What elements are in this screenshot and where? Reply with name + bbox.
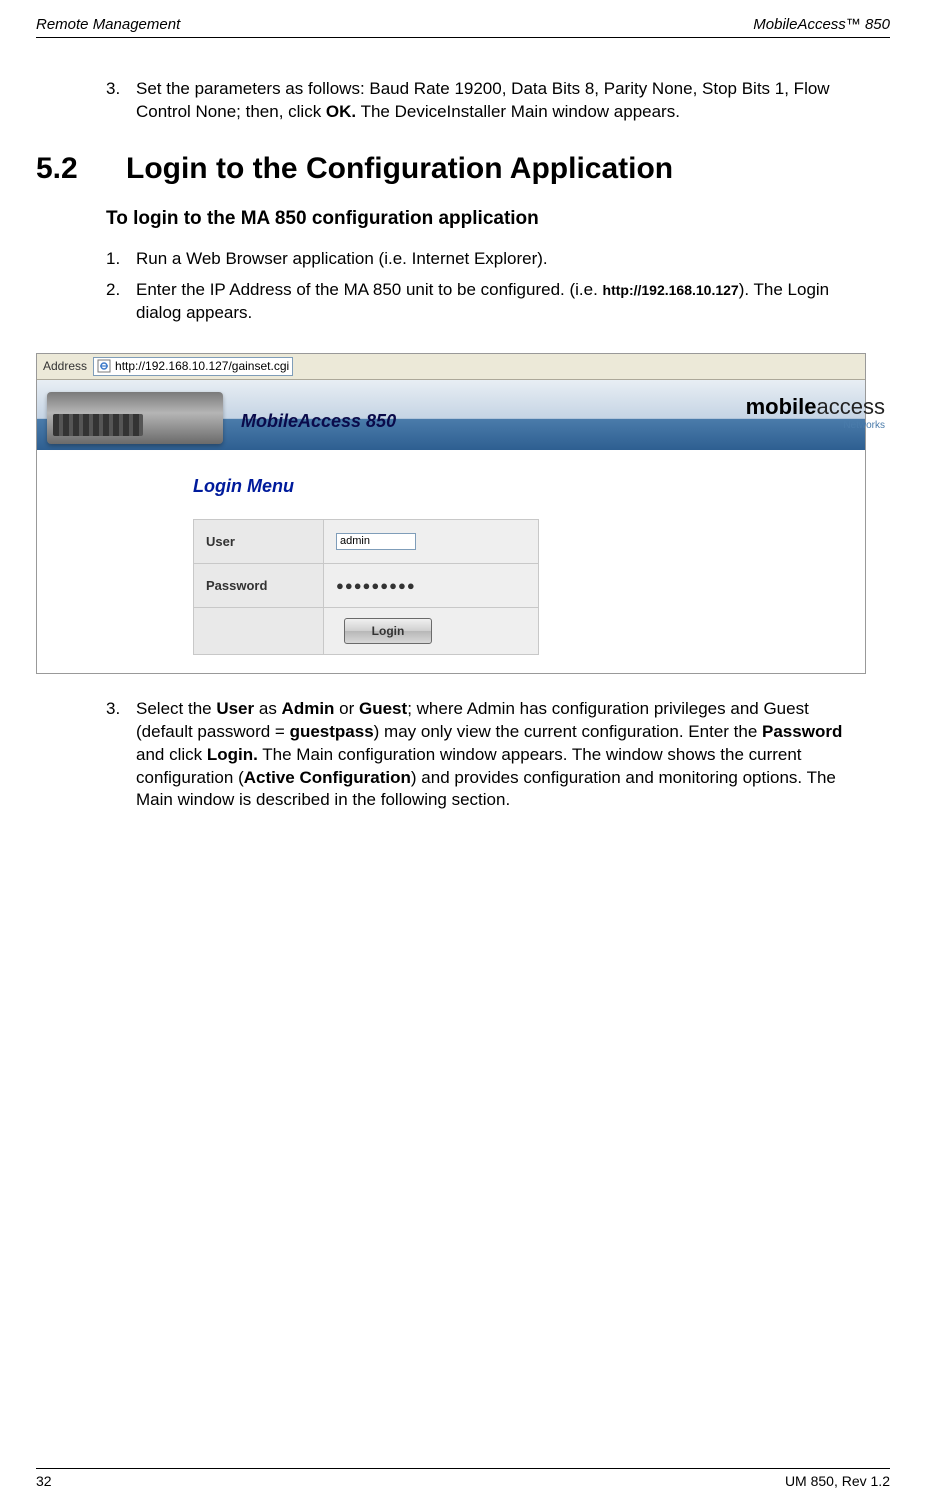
s3-guest: Guest	[359, 699, 407, 718]
brand-sub: Networks	[746, 420, 885, 431]
header-rule	[36, 37, 890, 38]
password-label: Password	[194, 563, 324, 607]
section-title-text: Login to the Configuration Application	[126, 152, 673, 186]
browser-address-bar: Address http://192.168.10.127/gainset.cg…	[37, 354, 865, 380]
s3p2: as	[254, 699, 281, 718]
intro-text: Set the parameters as follows: Baud Rate…	[136, 78, 866, 124]
s3-active: Active Configuration	[244, 768, 411, 787]
s3-password: Password	[762, 722, 842, 741]
address-url-text: http://192.168.10.127/gainset.cgi	[115, 359, 289, 373]
header-right: MobileAccess™ 850	[753, 16, 890, 33]
login-button-cell: Login	[324, 607, 539, 654]
password-input[interactable]: ●●●●●●●●●	[336, 578, 416, 593]
login-table: User Password ●●●●●●●●●	[193, 519, 539, 655]
product-banner: MobileAccess 850 mobileaccess Networks	[37, 380, 865, 450]
step-2: 2. Enter the IP Address of the MA 850 un…	[106, 279, 866, 325]
s3-user: User	[216, 699, 254, 718]
s3-guestpass: guestpass	[290, 722, 374, 741]
s3-admin: Admin	[282, 699, 335, 718]
step2-text-before: Enter the IP Address of the MA 850 unit …	[136, 280, 603, 299]
step3-text: Select the User as Admin or Guest; where…	[136, 698, 866, 813]
s3p1: Select the	[136, 699, 216, 718]
s3-login: Login.	[207, 745, 258, 764]
section-number: 5.2	[36, 152, 126, 186]
login-menu-title: Login Menu	[193, 476, 865, 497]
step2-url: http://192.168.10.127	[603, 282, 739, 298]
intro-text-after: The DeviceInstaller Main window appears.	[356, 102, 680, 121]
address-label: Address	[43, 359, 87, 373]
step1-text: Run a Web Browser application (i.e. Inte…	[136, 248, 866, 271]
brand-bold: mobile	[746, 394, 817, 419]
step-3: 3. Select the User as Admin or Guest; wh…	[106, 698, 866, 813]
login-button[interactable]: Login	[344, 618, 432, 644]
step3-number: 3.	[106, 698, 136, 813]
brand-logo: mobileaccess Networks	[746, 394, 885, 431]
login-screenshot: Address http://192.168.10.127/gainset.cg…	[36, 353, 866, 674]
empty-cell	[194, 607, 324, 654]
user-label: User	[194, 519, 324, 563]
step1-number: 1.	[106, 248, 136, 271]
step2-number: 2.	[106, 279, 136, 325]
section-heading: 5.2 Login to the Configuration Applicati…	[36, 152, 866, 186]
step2-text: Enter the IP Address of the MA 850 unit …	[136, 279, 866, 325]
doc-revision: UM 850, Rev 1.2	[785, 1473, 890, 1489]
password-cell: ●●●●●●●●●	[324, 563, 539, 607]
user-input[interactable]	[336, 533, 416, 550]
intro-number: 3.	[106, 78, 136, 124]
s3p6: and click	[136, 745, 207, 764]
intro-ok: OK.	[326, 102, 356, 121]
login-form-area: Login Menu User Password ●●●●●●●●●	[37, 450, 865, 673]
device-image	[47, 392, 223, 444]
table-row: Password ●●●●●●●●●	[194, 563, 539, 607]
ie-page-icon	[97, 359, 111, 373]
table-row: User	[194, 519, 539, 563]
intro-paragraph: 3. Set the parameters as follows: Baud R…	[106, 78, 866, 124]
s3p3: or	[334, 699, 359, 718]
banner-title: MobileAccess 850	[241, 411, 396, 432]
step-1: 1. Run a Web Browser application (i.e. I…	[106, 248, 866, 271]
page-number: 32	[36, 1473, 52, 1489]
header-left: Remote Management	[36, 16, 180, 33]
address-input[interactable]: http://192.168.10.127/gainset.cgi	[93, 357, 293, 376]
s3p5: ) may only view the current configuratio…	[374, 722, 762, 741]
sub-heading: To login to the MA 850 configuration app…	[106, 208, 866, 230]
brand-light: access	[817, 394, 885, 419]
user-cell	[324, 519, 539, 563]
table-row: Login	[194, 607, 539, 654]
